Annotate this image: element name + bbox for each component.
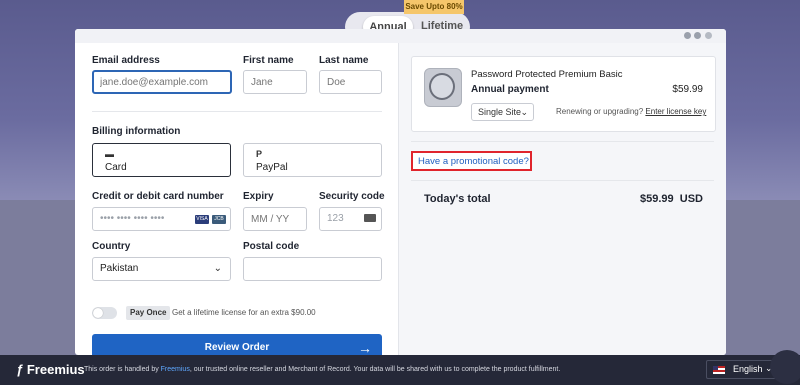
save-badge: Save Upto 80% [404, 0, 464, 14]
renew-question: Renewing or upgrading? [556, 107, 644, 116]
paypal-icon: P [256, 149, 263, 159]
review-order-label: Review Order [204, 342, 270, 353]
expiry-field[interactable] [243, 207, 307, 231]
enter-license-key-link[interactable]: Enter license key [645, 107, 706, 116]
expiry-label: Expiry [243, 191, 274, 202]
chat-bubble-button[interactable] [770, 350, 800, 384]
product-price: $59.99 [672, 84, 703, 95]
first-name-field[interactable] [243, 70, 307, 94]
last-name-label: Last name [319, 55, 369, 66]
billing-label: Billing information [92, 126, 181, 137]
renew-text: Renewing or upgrading? Enter license key [556, 107, 706, 116]
security-code-field[interactable]: 123 [319, 207, 382, 231]
card-number-placeholder: •••• •••• •••• •••• [100, 213, 165, 224]
pay-once-toggle[interactable] [92, 307, 117, 319]
fingerprint-icon [429, 73, 455, 100]
credit-card-icon: ▬ [105, 149, 114, 159]
footer-bar: ƒ Freemius This order is handled by Free… [0, 355, 800, 385]
close-icon[interactable] [705, 32, 712, 39]
language-value: English [733, 364, 763, 374]
freemius-logo-text: Freemius [26, 362, 85, 377]
toggle-knob [93, 308, 103, 318]
product-name: Password Protected Premium Basic [471, 69, 623, 80]
jcb-icon: JCB [212, 215, 226, 224]
email-field[interactable] [92, 70, 232, 94]
cvc-card-icon [364, 214, 376, 222]
divider [92, 111, 382, 112]
currency-label: USD [679, 193, 703, 205]
chevron-down-icon: ⌄ [213, 263, 222, 274]
freemius-link[interactable]: Freemius [161, 366, 190, 373]
country-label: Country [92, 241, 131, 252]
security-code-placeholder: 123 [327, 213, 344, 224]
checkout-modal: Email address First name Last name Billi… [75, 29, 726, 355]
security-code-label: Security code [319, 191, 385, 202]
postal-code-label: Postal code [243, 241, 300, 252]
total-amount: $59.99 USD [640, 193, 703, 205]
payment-method-label: PayPal [256, 162, 288, 173]
country-select[interactable]: Pakistan ⌄ [92, 257, 231, 281]
plan-label: Annual payment [471, 84, 549, 95]
freemius-logo: ƒ Freemius [16, 362, 85, 377]
footer-message: This order is handled by Freemius, our t… [84, 366, 560, 373]
arrow-right-icon: → [358, 340, 372, 355]
freemius-logo-icon: ƒ [16, 362, 24, 377]
us-flag-icon [713, 366, 725, 374]
country-value: Pakistan [100, 263, 139, 274]
divider [411, 141, 714, 142]
review-order-button[interactable]: Review Order → [92, 334, 382, 355]
language-select[interactable]: English ⌄ [706, 360, 778, 379]
card-number-field[interactable]: •••• •••• •••• •••• VISA JCB [92, 207, 231, 231]
card-number-label: Credit or debit card number [92, 191, 224, 202]
window-dot-icon [694, 32, 701, 39]
window-dot-icon [684, 32, 691, 39]
total-label: Today's total [424, 193, 491, 205]
product-thumbnail [424, 68, 462, 107]
product-card: Password Protected Premium Basic Annual … [411, 56, 716, 132]
divider [411, 180, 714, 181]
license-select[interactable]: Single Site ⌄ [471, 103, 534, 121]
total-value: $59.99 [639, 193, 674, 205]
order-summary: Password Protected Premium Basic Annual … [398, 43, 726, 355]
postal-code-field[interactable] [243, 257, 382, 281]
footer-message-suffix: , our trusted online reseller and Mercha… [189, 366, 561, 373]
payment-method-paypal[interactable]: P PayPal [243, 143, 382, 177]
pay-once-badge: Pay Once [126, 306, 171, 320]
footer-message-prefix: This order is handled by [84, 366, 161, 373]
last-name-field[interactable] [319, 70, 382, 94]
promo-highlight: Have a promotional code? [411, 151, 532, 171]
email-label: Email address [92, 55, 160, 66]
promo-code-link[interactable]: Have a promotional code? [418, 156, 529, 167]
payment-method-card[interactable]: ▬ Card [92, 143, 231, 177]
checkout-form: Email address First name Last name Billi… [75, 43, 398, 355]
chevron-down-icon: ⌄ [520, 107, 528, 117]
lifetime-offer-text: Get a lifetime license for an extra $90.… [172, 308, 316, 317]
payment-method-label: Card [105, 162, 127, 173]
modal-titlebar [75, 29, 726, 43]
first-name-label: First name [243, 55, 294, 66]
license-select-value: Single Site [478, 107, 522, 117]
visa-icon: VISA [195, 215, 209, 224]
